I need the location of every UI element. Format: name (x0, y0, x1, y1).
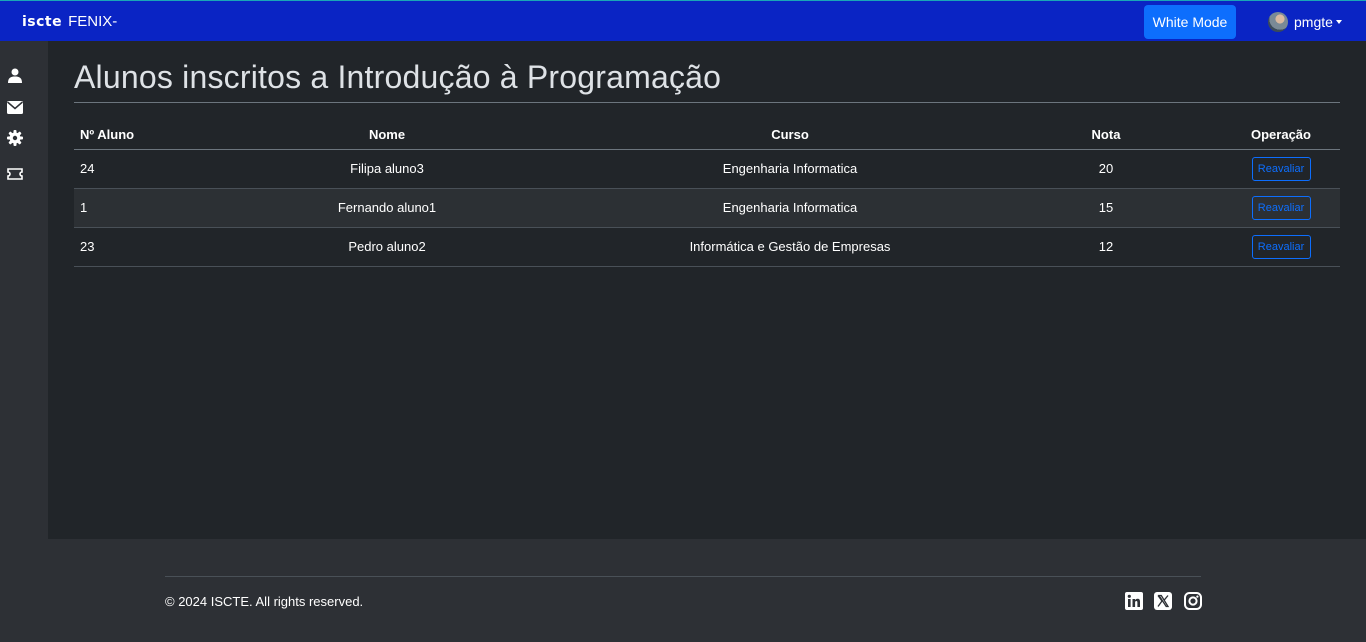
table-row: 24 Filipa aluno3 Engenharia Informatica … (74, 149, 1340, 189)
linkedin-icon (1125, 592, 1143, 610)
cell-nome: Fernando aluno1 (184, 188, 590, 228)
sidebar-item-profile[interactable] (6, 66, 24, 84)
sidebar-item-tickets[interactable] (6, 165, 24, 183)
header-curso: Curso (590, 120, 990, 150)
white-mode-button[interactable]: White Mode (1144, 5, 1236, 39)
header-numero: Nº Aluno (74, 120, 184, 150)
caret-down-icon (1335, 20, 1342, 24)
title-divider (74, 102, 1340, 103)
header-nome: Nome (184, 120, 590, 150)
cell-curso: Engenharia Informatica (590, 188, 990, 228)
students-table: Nº Aluno Nome Curso Nota Operação 24 Fil… (74, 120, 1340, 267)
avatar (1268, 12, 1288, 32)
cell-operacao: Reavaliar (1222, 149, 1340, 189)
table-row: 23 Pedro aluno2 Informática e Gestão de … (74, 227, 1340, 267)
cell-nome: Pedro aluno2 (184, 227, 590, 267)
header-operacao: Operação (1222, 120, 1340, 150)
cell-curso: Engenharia Informatica (590, 149, 990, 189)
linkedin-link[interactable] (1125, 592, 1143, 610)
page-title: Alunos inscritos a Introdução à Programa… (74, 59, 722, 95)
reavaliar-button[interactable]: Reavaliar (1251, 195, 1311, 220)
user-icon (8, 68, 22, 83)
sidebar-item-messages[interactable] (6, 98, 24, 116)
reavaliar-button[interactable]: Reavaliar (1251, 234, 1311, 259)
top-navbar: iscte FENIX- White Mode pmgte (0, 0, 1366, 41)
table-row: 1 Fernando aluno1 Engenharia Informatica… (74, 188, 1340, 228)
envelope-icon (7, 100, 23, 114)
ticket-icon (7, 168, 23, 180)
gear-icon (7, 130, 23, 146)
username-label: pmgte (1294, 14, 1333, 30)
cell-nota: 20 (990, 149, 1222, 189)
footer: © 2024 ISCTE. All rights reserved. (0, 539, 1366, 642)
reavaliar-button[interactable]: Reavaliar (1251, 156, 1311, 181)
cell-nota: 12 (990, 227, 1222, 267)
header-nota: Nota (990, 120, 1222, 150)
iscte-logo: iscte (22, 13, 63, 30)
sidebar-item-settings[interactable] (6, 129, 24, 147)
cell-curso: Informática e Gestão de Empresas (590, 227, 990, 267)
app-name: FENIX- (68, 13, 118, 30)
table-header-row: Nº Aluno Nome Curso Nota Operação (74, 120, 1340, 150)
cell-operacao: Reavaliar (1222, 188, 1340, 228)
copyright-text: © 2024 ISCTE. All rights reserved. (165, 594, 364, 609)
instagram-link[interactable] (1184, 592, 1202, 610)
cell-numero: 23 (74, 227, 184, 267)
x-link[interactable] (1154, 592, 1172, 610)
cell-operacao: Reavaliar (1222, 227, 1340, 267)
cell-nota: 15 (990, 188, 1222, 228)
cell-numero: 24 (74, 149, 184, 189)
cell-numero: 1 (74, 188, 184, 228)
main-content: Alunos inscritos a Introdução à Programa… (48, 41, 1366, 539)
brand[interactable]: iscte FENIX- (22, 1, 117, 42)
instagram-icon (1184, 592, 1202, 610)
user-menu[interactable]: pmgte (1268, 10, 1342, 34)
x-icon (1154, 592, 1172, 610)
cell-nome: Filipa aluno3 (184, 149, 590, 189)
footer-divider (165, 576, 1201, 577)
